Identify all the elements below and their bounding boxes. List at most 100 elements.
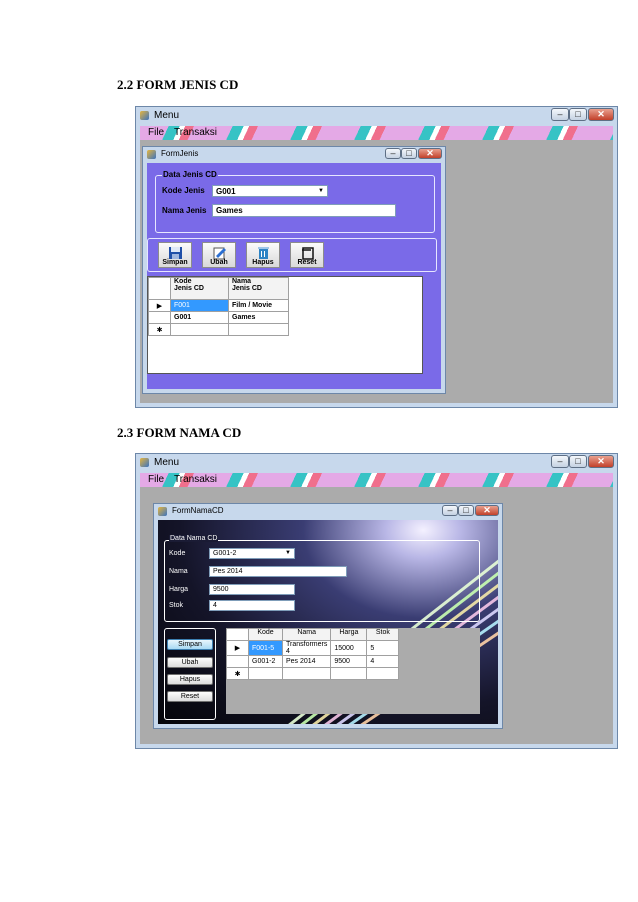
section-heading-nama-cd: 2.3 FORM NAMA CD	[117, 425, 242, 440]
grid-cell[interactable]: 5	[366, 640, 400, 656]
ubah-button[interactable]: Ubah	[202, 242, 236, 268]
form-maximize-button[interactable]: □	[401, 148, 417, 159]
form-jenis-window: FormJenis – □ ✕ Data Jenis CD Kode Jenis…	[142, 146, 446, 394]
grid-cell[interactable]: G001-2	[248, 655, 283, 668]
mdi-client-area: FormJenis – □ ✕ Data Jenis CD Kode Jenis…	[140, 140, 613, 403]
mdi-client-area: FormNamaCD – □ ✕ Data Nama CD Kode G001-…	[140, 487, 613, 744]
grid-cell[interactable]	[248, 667, 283, 680]
grid-cell[interactable]: G001	[170, 311, 229, 324]
table-row[interactable]: ▶ F001-5 Transformers 4 15000 5	[226, 640, 400, 656]
header-stok[interactable]: Stok	[366, 628, 400, 641]
edit-icon	[213, 247, 226, 260]
header-nama-jenis[interactable]: Nama Jenis CD	[228, 277, 289, 300]
table-row[interactable]: G001 Games	[148, 311, 289, 324]
kode-jenis-combo[interactable]: G001 ▼	[212, 185, 328, 197]
grid-cell[interactable]	[228, 323, 289, 336]
row-header	[226, 655, 249, 668]
simpan-button[interactable]: Simpan	[167, 639, 213, 650]
namacd-grid-table: Kode Nama Harga Stok ▶ F001-5 Transforme…	[226, 628, 400, 680]
window-titlebar[interactable]: Menu – □ ✕	[136, 107, 617, 125]
form-namacd-body: Data Nama CD Kode G001-2 ▼ Nama Pes 2014…	[158, 520, 498, 724]
app-icon	[140, 458, 149, 467]
nama-jenis-input[interactable]: Games	[212, 204, 396, 217]
form-jenis-titlebar[interactable]: FormJenis – □ ✕	[143, 147, 445, 162]
kode-label: Kode	[169, 550, 186, 557]
window-titlebar[interactable]: Menu – □ ✕	[136, 454, 617, 472]
row-header	[148, 311, 171, 324]
hapus-button[interactable]: Hapus	[246, 242, 280, 268]
minimize-button[interactable]: –	[551, 455, 569, 468]
grid-cell[interactable]: Film / Movie	[228, 299, 289, 312]
menu-transaksi[interactable]: Transaksi	[174, 127, 217, 138]
kode-combo[interactable]: G001-2 ▼	[209, 548, 295, 559]
group-title: Data Jenis CD	[162, 170, 218, 179]
hapus-button[interactable]: Hapus	[167, 674, 213, 685]
grid-cell[interactable]: 9500	[330, 655, 368, 668]
grid-cell[interactable]: Transformers 4	[281, 640, 332, 656]
jenis-data-grid[interactable]: Kode Jenis CD Nama Jenis CD ▶ F001 Film …	[147, 276, 423, 374]
grid-cell[interactable]	[366, 667, 400, 680]
new-row[interactable]: ✱	[148, 323, 289, 336]
table-row[interactable]: G001-2 Pes 2014 9500 4	[226, 655, 400, 668]
form-jenis-body: Data Jenis CD Kode Jenis G001 ▼ Nama Jen…	[147, 163, 441, 389]
form-namacd-titlebar[interactable]: FormNamaCD – □ ✕	[154, 504, 502, 519]
nama-jenis-label: Nama Jenis	[162, 206, 207, 215]
grid-cell[interactable]: Games	[228, 311, 289, 324]
maximize-button[interactable]: □	[569, 455, 587, 468]
chevron-down-icon[interactable]: ▼	[285, 549, 291, 558]
grid-cell[interactable]	[170, 323, 229, 336]
form-maximize-button[interactable]: □	[458, 505, 474, 516]
chevron-down-icon[interactable]: ▼	[318, 186, 324, 197]
form-icon	[158, 507, 167, 516]
menu-file[interactable]: File	[148, 127, 164, 138]
grid-cell[interactable]: F001-5	[248, 640, 283, 656]
grid-cell[interactable]: F001	[170, 299, 229, 312]
header-kode-jenis[interactable]: Kode Jenis CD	[170, 277, 229, 300]
minimize-button[interactable]: –	[551, 108, 569, 121]
grid-cell[interactable]: 4	[366, 655, 400, 668]
grid-header-row: Kode Nama Harga Stok	[226, 628, 400, 641]
menu-file[interactable]: File	[148, 474, 164, 485]
close-button[interactable]: ✕	[588, 108, 614, 121]
reset-button[interactable]: Reset	[290, 242, 324, 268]
form-icon	[147, 150, 156, 159]
grid-corner	[148, 277, 171, 300]
ubah-button[interactable]: Ubah	[167, 657, 213, 668]
maximize-button[interactable]: □	[569, 108, 587, 121]
harga-label: Harga	[169, 586, 189, 593]
grid-cell[interactable]	[330, 667, 368, 680]
form-jenis-title: FormJenis	[161, 149, 199, 158]
nama-input[interactable]: Pes 2014	[209, 566, 347, 577]
grid-cell[interactable]: 15000	[330, 640, 368, 656]
ubah-label: Ubah	[210, 259, 228, 266]
header-kode[interactable]: Kode	[248, 628, 283, 641]
grid-cell[interactable]: Pes 2014	[281, 655, 332, 668]
form-close-button[interactable]: ✕	[475, 505, 499, 516]
form-minimize-button[interactable]: –	[385, 148, 401, 159]
reset-button[interactable]: Reset	[167, 691, 213, 702]
table-row[interactable]: ▶ F001 Film / Movie	[148, 299, 289, 312]
header-nama[interactable]: Nama	[281, 628, 332, 641]
group-title: Data Nama CD	[169, 535, 219, 542]
grid-cell[interactable]	[281, 667, 332, 680]
header-harga[interactable]: Harga	[330, 628, 368, 641]
menu-transaksi[interactable]: Transaksi	[174, 474, 217, 485]
section-heading-jenis-cd: 2.2 FORM JENIS CD	[117, 77, 239, 92]
form-close-button[interactable]: ✕	[418, 148, 442, 159]
new-row[interactable]: ✱	[226, 667, 400, 680]
harga-input[interactable]: 9500	[209, 584, 295, 595]
close-button[interactable]: ✕	[588, 455, 614, 468]
stok-label: Stok	[169, 602, 184, 609]
menu-window-1: Menu – □ ✕ File Transaksi FormJenis – □ …	[135, 106, 618, 408]
grid-corner	[226, 628, 249, 641]
stok-input[interactable]: 4	[209, 600, 295, 611]
kode-value: G001-2	[213, 550, 237, 557]
save-icon	[169, 247, 182, 259]
kode-jenis-value: G001	[216, 187, 236, 196]
row-pointer-icon: ▶	[226, 640, 249, 656]
window-title: Menu	[154, 457, 180, 468]
form-minimize-button[interactable]: –	[442, 505, 458, 516]
simpan-button[interactable]: Simpan	[158, 242, 192, 268]
menu-bar: File Transaksi	[140, 473, 613, 487]
namacd-data-grid[interactable]: Kode Nama Harga Stok ▶ F001-5 Transforme…	[226, 628, 480, 714]
